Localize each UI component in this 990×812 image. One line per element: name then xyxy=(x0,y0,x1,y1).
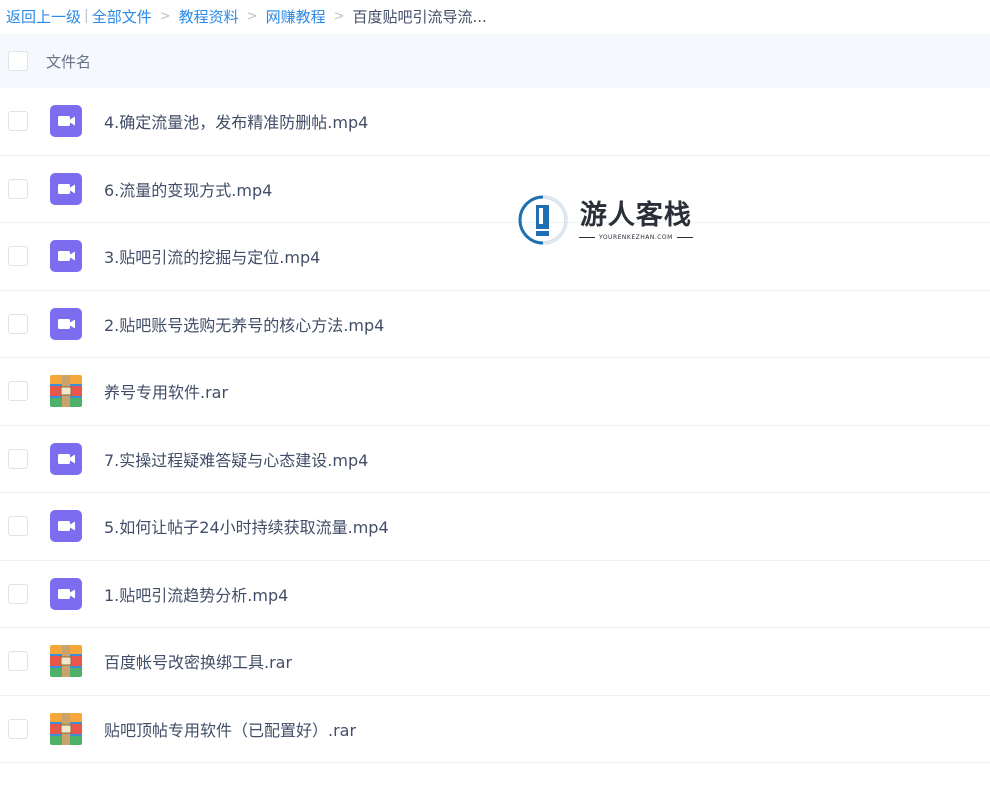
video-file-icon xyxy=(50,105,82,138)
file-name[interactable]: 7.实操过程疑难答疑与心态建设.mp4 xyxy=(104,447,368,471)
video-file-icon xyxy=(50,172,82,205)
archive-file-icon xyxy=(50,712,82,745)
breadcrumb: 返回上一级 | 全部文件 > 教程资料 > 网赚教程 > 百度贴吧引流导流... xyxy=(0,0,990,32)
video-file-icon xyxy=(50,442,82,475)
file-checkbox[interactable] xyxy=(8,448,28,469)
file-checkbox[interactable] xyxy=(8,718,28,739)
breadcrumb-current-folder: 百度贴吧引流导流... xyxy=(352,7,487,26)
video-file-icon xyxy=(50,577,82,610)
file-name[interactable]: 养号专用软件.rar xyxy=(104,379,228,403)
file-name[interactable]: 贴吧顶帖专用软件（已配置好）.rar xyxy=(104,717,356,741)
file-checkbox[interactable] xyxy=(8,313,28,334)
file-row[interactable]: 7.实操过程疑难答疑与心态建设.mp4 xyxy=(0,426,990,493)
file-row[interactable]: 4.确定流量池，发布精准防删帖.mp4 xyxy=(0,88,990,156)
file-checkbox[interactable] xyxy=(8,516,28,537)
file-row[interactable]: 6.流量的变现方式.mp4 xyxy=(0,156,990,223)
file-checkbox[interactable] xyxy=(8,246,28,267)
file-row[interactable]: 1.贴吧引流趋势分析.mp4 xyxy=(0,561,990,628)
file-checkbox[interactable] xyxy=(8,111,28,132)
archive-file-icon xyxy=(50,375,82,408)
select-all-checkbox[interactable] xyxy=(8,51,28,71)
column-header-filename[interactable]: 文件名 xyxy=(46,51,91,72)
breadcrumb-separator-icon: > xyxy=(246,8,258,24)
file-row[interactable]: 3.贴吧引流的挖掘与定位.mp4 xyxy=(0,223,990,291)
breadcrumb-divider: | xyxy=(84,8,89,24)
video-file-icon xyxy=(50,240,82,273)
file-name[interactable]: 1.贴吧引流趋势分析.mp4 xyxy=(104,582,288,606)
file-list-header: 文件名 xyxy=(0,34,990,88)
file-name[interactable]: 2.贴吧账号选购无养号的核心方法.mp4 xyxy=(104,312,384,336)
back-link[interactable]: 返回上一级 xyxy=(6,6,81,27)
file-checkbox[interactable] xyxy=(8,178,28,199)
file-name[interactable]: 3.贴吧引流的挖掘与定位.mp4 xyxy=(104,244,320,268)
file-row[interactable]: 2.贴吧账号选购无养号的核心方法.mp4 xyxy=(0,291,990,358)
breadcrumb-separator-icon: > xyxy=(159,8,171,24)
file-row[interactable]: 百度帐号改密换绑工具.rar xyxy=(0,628,990,696)
file-checkbox[interactable] xyxy=(8,651,28,672)
breadcrumb-tutorials[interactable]: 教程资料 xyxy=(179,6,239,27)
file-name[interactable]: 4.确定流量池，发布精准防删帖.mp4 xyxy=(104,109,368,133)
video-file-icon xyxy=(50,307,82,340)
file-row[interactable]: 贴吧顶帖专用软件（已配置好）.rar xyxy=(0,696,990,763)
breadcrumb-money-tutorials[interactable]: 网赚教程 xyxy=(266,6,326,27)
video-file-icon xyxy=(50,510,82,543)
file-name[interactable]: 百度帐号改密换绑工具.rar xyxy=(104,649,292,673)
file-list: 4.确定流量池，发布精准防删帖.mp4 6.流量的变现方式.mp4 3.贴吧引流的挖… xyxy=(0,88,990,763)
archive-file-icon xyxy=(50,645,82,678)
file-checkbox[interactable] xyxy=(8,583,28,604)
breadcrumb-all-files[interactable]: 全部文件 xyxy=(92,6,152,27)
file-checkbox[interactable] xyxy=(8,381,28,402)
file-row[interactable]: 养号专用软件.rar xyxy=(0,358,990,426)
file-row[interactable]: 5.如何让帖子24小时持续获取流量.mp4 xyxy=(0,493,990,561)
file-name[interactable]: 5.如何让帖子24小时持续获取流量.mp4 xyxy=(104,514,389,538)
file-name[interactable]: 6.流量的变现方式.mp4 xyxy=(104,177,272,201)
breadcrumb-separator-icon: > xyxy=(333,8,345,24)
